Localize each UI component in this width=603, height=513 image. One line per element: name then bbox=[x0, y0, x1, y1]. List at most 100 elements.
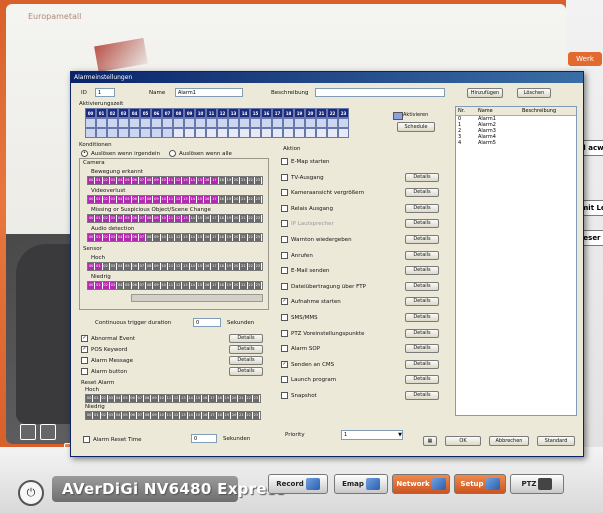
power-button[interactable]: ⏻ bbox=[18, 480, 44, 506]
timeline-hour[interactable]: 03 bbox=[109, 282, 117, 289]
action-checkbox[interactable]: SMS/MMS bbox=[281, 314, 318, 321]
timeline-hour[interactable]: 12 bbox=[175, 196, 183, 203]
timeline-hour[interactable]: 10 bbox=[160, 282, 168, 289]
action-checkbox[interactable]: IP Lautsprecher bbox=[281, 220, 334, 228]
timeline-hour[interactable]: 17 bbox=[211, 234, 219, 241]
action-details-button[interactable]: Details bbox=[405, 172, 439, 182]
timeline-hour[interactable]: 16 bbox=[204, 263, 212, 270]
timeline-hour[interactable]: 13 bbox=[182, 177, 190, 184]
timeline-hour[interactable]: 23 bbox=[252, 395, 260, 402]
schedule-cell[interactable] bbox=[96, 128, 107, 138]
cancel-button[interactable]: Abbrechen bbox=[489, 436, 529, 446]
timeline-hour[interactable]: 00 bbox=[86, 412, 94, 419]
action-checkbox[interactable]: Alarm SOP bbox=[281, 345, 320, 353]
timeline-hour[interactable]: 15 bbox=[196, 177, 204, 184]
schedule-cell[interactable] bbox=[151, 128, 162, 138]
schedule-hour-header[interactable]: 22 bbox=[327, 108, 338, 118]
timeline-hour[interactable]: 08 bbox=[146, 282, 154, 289]
schedule-cell[interactable] bbox=[294, 128, 305, 138]
action-details-button[interactable]: Details bbox=[405, 281, 439, 291]
schedule-cell[interactable] bbox=[283, 118, 294, 128]
timeline-hour[interactable]: 23 bbox=[252, 412, 260, 419]
timeline-hour[interactable]: 20 bbox=[231, 395, 239, 402]
schedule-hour-header[interactable]: 21 bbox=[316, 108, 327, 118]
timeline-hour[interactable]: 04 bbox=[117, 282, 125, 289]
timeline-hour[interactable]: 23 bbox=[254, 177, 262, 184]
timeline-hour[interactable]: 19 bbox=[225, 215, 233, 222]
schedule-hour-header[interactable]: 04 bbox=[129, 108, 140, 118]
action-checkbox[interactable]: E-Mail senden bbox=[281, 267, 329, 275]
condition-all[interactable]: Auslösen wenn alle bbox=[169, 150, 232, 157]
timeline-hour[interactable]: 23 bbox=[254, 196, 262, 203]
schedule-cell[interactable] bbox=[217, 128, 228, 138]
timeline-hour[interactable]: 20 bbox=[231, 412, 239, 419]
timeline-hour[interactable]: 01 bbox=[95, 196, 103, 203]
timeline-hour[interactable]: 12 bbox=[175, 263, 183, 270]
schedule-hour-header[interactable]: 19 bbox=[294, 108, 305, 118]
action-checkbox[interactable]: Launch program bbox=[281, 376, 336, 384]
timeline-hour[interactable]: 21 bbox=[240, 177, 248, 184]
event-details-button[interactable]: Details bbox=[229, 356, 263, 365]
schedule-cell[interactable] bbox=[239, 128, 250, 138]
continuous-trigger-field[interactable]: 0 bbox=[193, 318, 221, 327]
timeline-hour[interactable]: 16 bbox=[202, 412, 210, 419]
timeline-hour[interactable]: 02 bbox=[102, 234, 110, 241]
schedule-cell[interactable] bbox=[151, 118, 162, 128]
timeline-hour[interactable]: 16 bbox=[204, 177, 212, 184]
timeline-hour[interactable]: 03 bbox=[109, 196, 117, 203]
timeline-hour[interactable]: 13 bbox=[182, 196, 190, 203]
action-details-button[interactable]: Details bbox=[405, 203, 439, 213]
action-details-button[interactable]: Details bbox=[405, 266, 439, 276]
schedule-cell[interactable] bbox=[261, 118, 272, 128]
timeline-hour[interactable]: 22 bbox=[245, 412, 253, 419]
timeline-hour[interactable]: 01 bbox=[95, 177, 103, 184]
schedule-button[interactable]: Schedule bbox=[397, 122, 435, 132]
schedule-cell[interactable] bbox=[118, 118, 129, 128]
schedule-cell[interactable] bbox=[228, 128, 239, 138]
timeline-hour[interactable]: 12 bbox=[175, 234, 183, 241]
timeline-hour[interactable]: 12 bbox=[175, 282, 183, 289]
timeline-hour[interactable]: 07 bbox=[138, 263, 146, 270]
timeline-hour[interactable]: 16 bbox=[204, 282, 212, 289]
timeline-hour[interactable]: 07 bbox=[138, 215, 146, 222]
action-checkbox[interactable]: Relais Ausgang bbox=[281, 204, 333, 212]
schedule-hour-header[interactable]: 01 bbox=[96, 108, 107, 118]
action-details-button[interactable]: Details bbox=[405, 188, 439, 198]
timeline-hour[interactable]: 07 bbox=[138, 282, 146, 289]
schedule-cell[interactable] bbox=[206, 128, 217, 138]
event-details-button[interactable]: Details bbox=[229, 345, 263, 354]
timeline-hour[interactable]: 20 bbox=[233, 263, 241, 270]
timeline-hour[interactable]: 21 bbox=[240, 263, 248, 270]
timeline-hour[interactable]: 05 bbox=[122, 395, 130, 402]
timeline-hour[interactable]: 10 bbox=[160, 196, 168, 203]
timeline-hour[interactable]: 00 bbox=[88, 196, 96, 203]
event-checkbox[interactable]: Alarm Message bbox=[81, 357, 133, 364]
action-details-button[interactable]: Details bbox=[405, 391, 439, 400]
schedule-hour-header[interactable]: 14 bbox=[239, 108, 250, 118]
schedule-cell[interactable] bbox=[129, 128, 140, 138]
timeline-hour[interactable]: 17 bbox=[211, 177, 219, 184]
condition-any[interactable]: • Auslösen wenn irgendein bbox=[81, 150, 160, 157]
schedule-cell[interactable] bbox=[272, 128, 283, 138]
timeline-hour[interactable]: 02 bbox=[102, 282, 110, 289]
schedule-cell[interactable] bbox=[261, 128, 272, 138]
side-button-left[interactable] bbox=[20, 424, 36, 440]
camera-timeline-videoloss[interactable]: 00 01 02 03 04 05 06 07 08 09 10 11 12 13 14 15 16 17 18 19… bbox=[87, 195, 263, 204]
schedule-cell[interactable] bbox=[118, 128, 129, 138]
timeline-hour[interactable]: 15 bbox=[196, 196, 204, 203]
timeline-hour[interactable]: 08 bbox=[146, 177, 154, 184]
schedule-cell[interactable] bbox=[305, 128, 316, 138]
timeline-hour[interactable]: 04 bbox=[115, 395, 123, 402]
action-details-button[interactable]: Details bbox=[405, 235, 439, 244]
timeline-hour[interactable]: 19 bbox=[225, 177, 233, 184]
action-details-button[interactable]: Details bbox=[405, 359, 439, 369]
description-field[interactable] bbox=[315, 88, 445, 97]
timeline-hour[interactable]: 19 bbox=[225, 234, 233, 241]
timeline-hour[interactable]: 05 bbox=[124, 282, 132, 289]
timeline-hour[interactable]: 04 bbox=[115, 412, 123, 419]
schedule-cell[interactable] bbox=[327, 128, 338, 138]
schedule-cell[interactable] bbox=[217, 118, 228, 128]
timeline-hour[interactable]: 09 bbox=[153, 282, 161, 289]
schedule-hour-header[interactable]: 05 bbox=[140, 108, 151, 118]
timeline-hour[interactable]: 05 bbox=[124, 177, 132, 184]
